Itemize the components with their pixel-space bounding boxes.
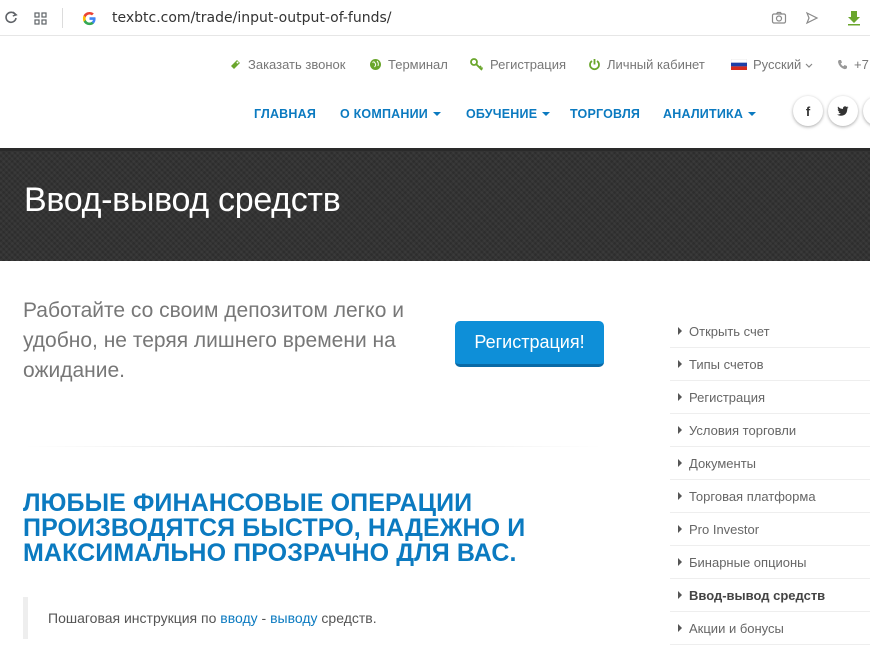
nav-analytics[interactable]: АНАЛИТИКА [663, 107, 757, 121]
registration-link[interactable]: Регистрация [470, 57, 566, 72]
quote-text: Пошаговая инструкция по [48, 610, 221, 626]
caret-right-icon [678, 459, 682, 467]
twitter-button[interactable] [828, 96, 858, 126]
sidebar-item-promotions[interactable]: Акции и бонусы [670, 612, 870, 645]
register-button[interactable]: Регистрация! [455, 321, 604, 367]
caret-right-icon [678, 426, 682, 434]
caret-right-icon [678, 327, 682, 335]
browser-toolbar: texbtc.com/trade/input-output-of-funds/ [0, 0, 870, 36]
sidebar-item-account-types[interactable]: Типы счетов [670, 348, 870, 381]
caret-down-icon [432, 111, 441, 116]
language-label: Русский [753, 57, 802, 72]
nav-home[interactable]: ГЛАВНАЯ [254, 107, 316, 121]
phone-contact[interactable]: +7 [837, 57, 869, 72]
sidebar-item-deposit-withdrawal[interactable]: Ввод-вывод средств [670, 579, 870, 612]
quote-dash: - [257, 610, 271, 626]
instruction-quote: Пошаговая инструкция по вводу - выводу с… [23, 597, 603, 639]
sidebar-item-registration[interactable]: Регистрация [670, 381, 870, 414]
section-heading: ЛЮБЫЕ ФИНАНСОВЫЕ ОПЕРАЦИИ ПРОИЗВОДЯТСЯ Б… [23, 489, 526, 567]
page-title-band: Ввод-вывод средств [0, 148, 870, 261]
sidebar-item-binary-options[interactable]: Бинарные опционы [670, 546, 870, 579]
content-divider [23, 446, 603, 447]
terminal-link[interactable]: Терминал [369, 57, 448, 72]
caret-right-icon [678, 393, 682, 401]
sidebar-item-pro-investor[interactable]: Pro Investor [670, 513, 870, 546]
deposit-link[interactable]: вводу [220, 610, 257, 626]
nav-company[interactable]: О КОМПАНИИ [340, 107, 441, 121]
toolbar-separator [62, 8, 63, 28]
facebook-button[interactable]: f [793, 96, 823, 126]
caret-right-icon [678, 492, 682, 500]
caret-down-icon [748, 111, 757, 116]
caret-down-icon [542, 111, 551, 116]
intro-text: Работайте со своим депозитом легко и удо… [23, 299, 404, 382]
download-icon[interactable] [843, 7, 865, 29]
nav-education[interactable]: ОБУЧЕНИЕ [466, 107, 551, 121]
apps-grid-icon[interactable] [29, 7, 51, 29]
page-title: Ввод-вывод средств [24, 181, 341, 219]
power-icon [588, 58, 601, 71]
russia-flag-icon [731, 59, 747, 70]
phone-label: +7 [854, 57, 869, 72]
caret-right-icon [678, 558, 682, 566]
terminal-label: Терминал [388, 57, 448, 72]
callback-label: Заказать звонок [248, 57, 346, 72]
sidebar-item-trading-conditions[interactable]: Условия торговли [670, 414, 870, 447]
sidebar-item-trading-platform[interactable]: Торговая платформа [670, 480, 870, 513]
registration-label: Регистрация [490, 57, 566, 72]
sidebar-menu: Открыть счет Типы счетов Регистрация Усл… [670, 315, 870, 645]
phone-tag-icon [229, 58, 242, 71]
address-bar[interactable]: texbtc.com/trade/input-output-of-funds/ [112, 10, 392, 26]
cabinet-link[interactable]: Личный кабинет [588, 57, 705, 72]
main-navigation: ГЛАВНАЯ О КОМПАНИИ ОБУЧЕНИЕ ТОРГОВЛЯ АНА… [0, 92, 870, 148]
google-icon [78, 7, 100, 29]
callback-link[interactable]: Заказать звонок [229, 57, 345, 72]
sidebar-item-open-account[interactable]: Открыть счет [670, 315, 870, 348]
language-selector[interactable]: Русский [731, 57, 813, 72]
caret-right-icon [678, 360, 682, 368]
nav-trading[interactable]: ТОРГОВЛЯ [570, 107, 640, 121]
send-icon[interactable] [801, 7, 823, 29]
cabinet-label: Личный кабинет [607, 57, 705, 72]
phone-icon [837, 59, 848, 70]
key-icon [470, 58, 484, 71]
caret-right-icon [678, 591, 682, 599]
quote-text-end: средств. [317, 610, 377, 626]
caret-right-icon [678, 624, 682, 632]
withdraw-link[interactable]: выводу [270, 610, 317, 626]
twitter-icon [837, 104, 849, 119]
facebook-icon: f [805, 103, 811, 119]
chevron-down-icon [805, 57, 813, 72]
caret-right-icon [678, 525, 682, 533]
top-utility-bar: Заказать звонок Терминал Регистрация Лич… [0, 36, 870, 92]
reload-icon[interactable] [0, 7, 22, 29]
globe-icon [369, 58, 382, 71]
sidebar-item-documents[interactable]: Документы [670, 447, 870, 480]
camera-icon[interactable] [768, 7, 790, 29]
